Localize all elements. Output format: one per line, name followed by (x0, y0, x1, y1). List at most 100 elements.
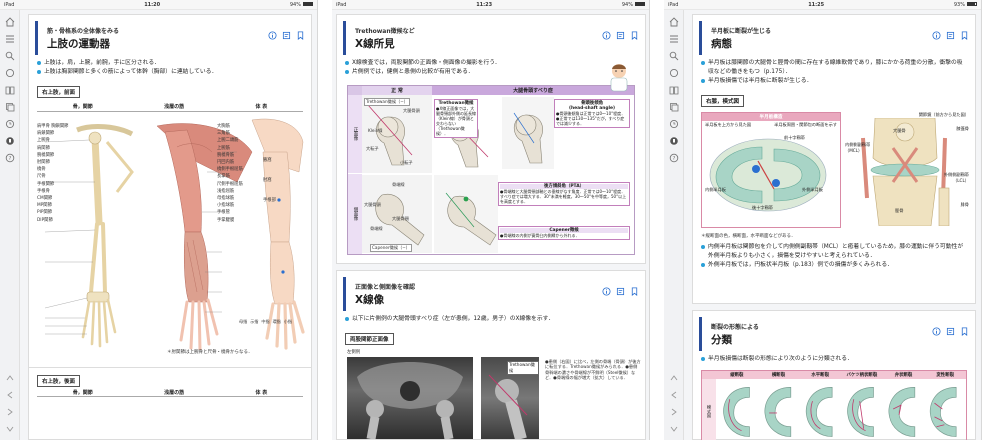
col-header-bones: 骨，関節 (72, 104, 93, 110)
circle-icon[interactable] (668, 67, 679, 78)
callout-capener: Capener徴候 ●骨端線の内側が寛骨臼内側縁から外れる． (498, 226, 630, 240)
up-arrow-icon[interactable] (4, 372, 15, 383)
label-scapula: 肩甲骨 胸鎖関節 (37, 124, 69, 129)
battery: 94% (290, 2, 313, 8)
forward-arrow-icon[interactable] (4, 406, 15, 417)
memo-icon[interactable] (616, 287, 625, 296)
back-arrow-icon[interactable] (4, 389, 15, 400)
header-scfe: 大腿骨頭すべり症 (432, 86, 634, 95)
memo-icon[interactable] (946, 327, 955, 336)
tear-type-label: 弁状断裂 (894, 373, 913, 378)
tear-type-label: 横断裂 (771, 373, 786, 378)
bookmark-icon[interactable] (668, 135, 679, 146)
tear-row-label: 模式図 (702, 379, 716, 440)
label-pip: PIP関節 (37, 210, 53, 216)
home-icon[interactable] (668, 16, 679, 27)
info-icon[interactable] (268, 31, 277, 40)
section-subtitle: Trethowan徴候など (355, 28, 415, 35)
fig-mid-caption: 半月板周囲・関節包の断面を示す (774, 122, 837, 127)
label-femur: 大腿骨 (893, 128, 906, 133)
info-icon[interactable] (602, 287, 611, 296)
section-actions (268, 31, 305, 40)
forward-arrow-icon[interactable] (668, 406, 679, 417)
bullet-list: X線検査では，両股関節の正面像・側面像の撮影を行う． 片側例では，健側と患側の比… (337, 55, 645, 79)
tear-types-header: 縦断裂 横断裂 水平断裂 バケツ柄状断裂 弁状断裂 変性断裂 (702, 371, 966, 379)
label-head: 大腿骨頭 (403, 108, 420, 113)
section-actions (932, 31, 969, 40)
search-icon[interactable] (4, 50, 15, 61)
bookmark-ribbon-icon[interactable] (630, 31, 639, 40)
info-icon[interactable] (932, 31, 941, 40)
bookmark-ribbon-icon[interactable] (960, 31, 969, 40)
label-tibia: 脛骨 (895, 208, 904, 213)
tool-rail: ? (0, 10, 20, 440)
callout-text: ●骨頭後傾角は正常では0〜10°程度．●正常では130〜135°だが，すべり症で… (556, 111, 626, 126)
list-icon[interactable] (668, 33, 679, 44)
bookmark-ribbon-icon[interactable] (960, 327, 969, 336)
memo-icon[interactable] (282, 31, 291, 40)
layers-icon[interactable] (4, 101, 15, 112)
memo-icon[interactable] (946, 31, 955, 40)
help-icon[interactable]: ? (4, 152, 15, 163)
tear-type-label: 縦断裂 (730, 373, 744, 378)
bullet-item: 以下に片側例の大腿骨頭すべり症（左が患側，12歳，男子）のX線像を示す． (345, 315, 637, 324)
tear-type-label: 水平断裂 (811, 373, 829, 378)
col-header-bones: 骨，関節 (72, 390, 93, 396)
history-icon[interactable] (668, 118, 679, 129)
label-patella: 膝蓋骨 (956, 126, 969, 131)
label-muscle: 小指球筋 (217, 203, 235, 209)
down-arrow-icon[interactable] (668, 423, 679, 434)
badge-trethowan-negative: Trethowan徴候（−） (364, 98, 410, 106)
book-icon[interactable] (668, 84, 679, 95)
section-subtitle: 筋・骨格系の全体像をみる (47, 28, 120, 35)
figure-label: 両股関節正面像 (345, 333, 394, 345)
label-muscle: 浅指屈筋 (217, 188, 235, 194)
circle-icon[interactable] (4, 67, 15, 78)
row-label-lateral: 側面像 (348, 174, 362, 254)
bullet-item: 半月板は膝関節の大腿骨と脛骨の間に存在する線維軟骨であり，膝にかかる荷重の分散，… (701, 59, 967, 77)
info-icon[interactable] (602, 31, 611, 40)
label-muscle: 尺側手根屈筋 (217, 181, 243, 187)
section-actions (932, 327, 969, 336)
section-title: X線所見 (355, 38, 395, 50)
home-icon[interactable] (4, 16, 15, 27)
status-bar: iPad 11:25 93% (664, 0, 981, 10)
figure-table-header: 正 常 大腿骨頭すべり症 (348, 86, 634, 95)
figure-label: 右膝，模式図 (701, 95, 745, 107)
col-header-surface: 体 表 (255, 390, 268, 396)
finger-labels: 母指 示指 中指 環指 小指 (239, 319, 305, 324)
tear-type-label: 変性断裂 (936, 373, 954, 378)
col-header-muscles: 浅層の筋 (164, 104, 185, 110)
layers-icon[interactable] (668, 101, 679, 112)
bookmark-ribbon-icon[interactable] (630, 287, 639, 296)
section-header: 筋・骨格系の全体像をみる 上肢の運動器 (35, 21, 305, 55)
device-label: iPad (668, 1, 679, 8)
tear-type-drawings (723, 387, 957, 437)
memo-icon[interactable] (616, 31, 625, 40)
bullet-item: 内側半月板は関節包を介して内側側副靱帯（MCL）と癒着しているため，膝の運動に伴… (701, 243, 967, 261)
section-title: 病態 (711, 38, 732, 50)
label-surface: 腋窩 (263, 158, 272, 163)
label-wrist-joint: 手根関節 (37, 181, 55, 187)
list-icon[interactable] (4, 33, 15, 44)
down-arrow-icon[interactable] (4, 423, 15, 434)
label-surface: 肘窩 (263, 178, 272, 183)
search-icon[interactable] (668, 50, 679, 61)
history-icon[interactable] (4, 118, 15, 129)
bullet-list-2: 内側半月板は関節包を介して内側側副靱帯（MCL）と癒着しているため，膝の運動に伴… (693, 239, 975, 272)
label-muscle: 大胸筋 (217, 124, 230, 129)
up-arrow-icon[interactable] (668, 372, 679, 383)
info-icon[interactable] (932, 327, 941, 336)
badge-capener-negative: Capener徴候（−） (370, 244, 412, 252)
help-icon[interactable]: ? (668, 152, 679, 163)
label-shoulder-joint: 肩関節 (37, 145, 50, 151)
bookmark-ribbon-icon[interactable] (296, 31, 305, 40)
label-pcl: 後十字靱帯 (752, 205, 773, 210)
label-finger: 環指 (272, 319, 281, 324)
book-icon[interactable] (4, 84, 15, 95)
label-muscle: 上腕二頭筋 (217, 138, 239, 144)
label-physis-2: 骨端線 (370, 226, 383, 231)
back-arrow-icon[interactable] (668, 389, 679, 400)
label-cm: CM関節 (37, 196, 53, 202)
bookmark-icon[interactable] (4, 135, 15, 146)
